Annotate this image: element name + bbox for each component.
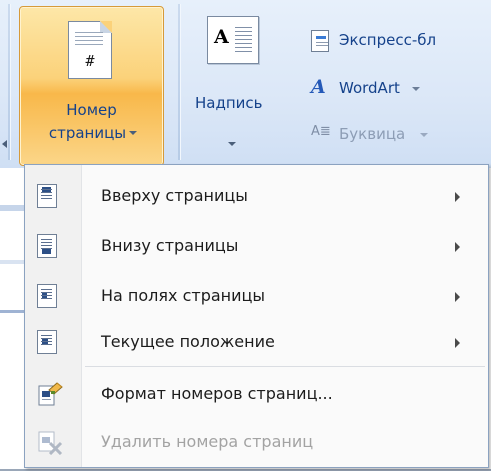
menu-item-remove-page-numbers[interactable]: Удалить номера страниц <box>25 417 488 467</box>
drop-cap-icon: A≣ <box>311 124 331 139</box>
format-page-numbers-icon <box>38 382 63 406</box>
document-background <box>0 310 24 313</box>
page-number-button[interactable]: # Номер страницы <box>19 6 164 166</box>
text-box-icon: A <box>207 16 259 64</box>
wordart-icon: A <box>311 76 326 98</box>
page-number-button-label: Номер страницы <box>20 99 163 145</box>
menu-item-label: Внизу страницы <box>101 236 239 255</box>
text-box-button-label: Надпись <box>195 94 263 112</box>
menu-item-label: Формат номеров страниц... <box>101 384 333 403</box>
group-separator <box>8 4 11 160</box>
page-top-icon <box>37 184 57 208</box>
page-margins-icon <box>37 284 57 308</box>
text-box-button[interactable]: A Надпись <box>195 16 305 162</box>
wordart-label: WordArt <box>339 79 400 97</box>
menu-item-top-of-page[interactable]: Вверху страницы <box>25 171 488 221</box>
menu-item-label: Текущее положение <box>101 332 275 351</box>
ribbon-insert-tab: # Номер страницы A Надпись Экспресс-бл A… <box>0 0 491 168</box>
dropdown-arrow-icon <box>412 87 420 91</box>
dropdown-arrow-icon <box>420 133 428 137</box>
menu-item-bottom-of-page[interactable]: Внизу страницы <box>25 221 488 271</box>
dropdown-arrow-icon <box>228 142 236 146</box>
document-background <box>0 260 24 264</box>
menu-item-page-margins[interactable]: На полях страницы <box>25 271 488 321</box>
submenu-arrow-icon <box>455 242 460 252</box>
quick-parts-label: Экспресс-бл <box>339 31 437 49</box>
document-background <box>0 205 24 211</box>
page-bottom-icon <box>37 234 57 258</box>
menu-item-label: Вверху страницы <box>101 186 248 205</box>
menu-item-format-page-numbers[interactable]: Формат номеров страниц... <box>25 369 488 419</box>
menu-separator <box>85 366 485 367</box>
gallery-scroll-arrow[interactable] <box>2 140 7 148</box>
submenu-arrow-icon <box>455 192 460 202</box>
submenu-arrow-icon <box>455 338 460 348</box>
group-separator <box>178 4 181 160</box>
submenu-arrow-icon <box>455 292 460 302</box>
dropdown-arrow-icon <box>129 131 138 135</box>
menu-item-label: Удалить номера страниц <box>101 432 314 451</box>
current-position-icon <box>37 330 57 354</box>
quick-parts-icon <box>311 30 329 52</box>
drop-cap-label: Буквица <box>339 125 406 143</box>
page-number-icon: # <box>68 21 112 79</box>
menu-item-label: На полях страницы <box>101 286 266 305</box>
page-number-menu: Вверху страницы Внизу страницы На полях … <box>24 164 489 468</box>
menu-item-current-position[interactable]: Текущее положение <box>25 317 488 367</box>
remove-page-numbers-icon <box>38 431 63 455</box>
